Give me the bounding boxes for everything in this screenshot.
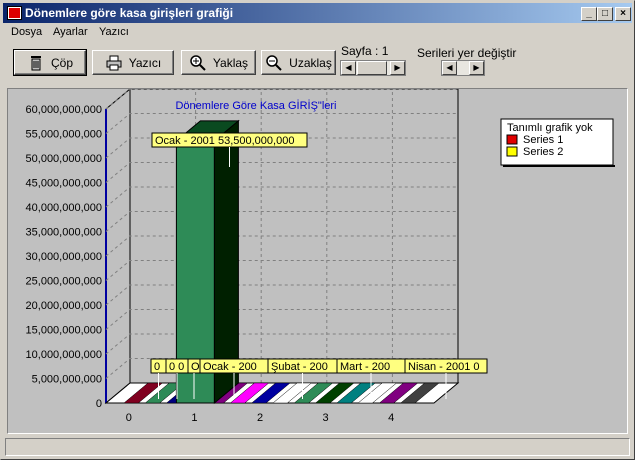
data-label: O	[191, 361, 200, 373]
swap-next-arrow-icon[interactable]: ▶	[469, 61, 484, 75]
y-tick-label: 25,000,000,000	[26, 276, 102, 288]
legend-entry: Series 2	[523, 146, 563, 158]
menu-ayarlar[interactable]: Ayarlar	[53, 26, 88, 38]
data-label: Mart - 200	[340, 361, 390, 373]
close-button[interactable]: ×	[615, 7, 631, 21]
y-tick-label: 60,000,000,000	[26, 104, 102, 116]
zoom-out-button[interactable]: Uzaklaş	[261, 50, 336, 75]
y-tick-label: 5,000,000,000	[32, 374, 102, 386]
swap-series-scrollbar[interactable]: ◀ ▶	[441, 60, 485, 76]
y-tick-label: 15,000,000,000	[26, 325, 102, 337]
print-button-label: Yazıcı	[128, 55, 162, 70]
y-tick-label: 45,000,000,000	[26, 178, 102, 190]
chart-left-wall	[105, 87, 131, 405]
zoom-out-label: Uzaklaş	[289, 55, 332, 70]
y-tick-label: 40,000,000,000	[26, 202, 102, 214]
trash-button-label: Çöp	[50, 55, 73, 70]
page-scroll-thumb[interactable]	[357, 61, 387, 75]
y-tick-label: 20,000,000,000	[26, 300, 102, 312]
x-tick-label: 4	[388, 412, 394, 424]
page-scrollbar[interactable]: ◀ ▶	[340, 60, 406, 76]
app-icon	[7, 6, 22, 20]
zoom-out-icon	[265, 54, 283, 71]
legend-swatch	[506, 146, 518, 157]
window-title: Dönemlere göre kasa girişleri grafiği	[25, 6, 234, 20]
legend-shadow	[503, 165, 615, 167]
data-label: 0 0	[169, 361, 184, 373]
app-window: Dönemlere göre kasa girişleri grafiği _ …	[0, 0, 635, 460]
legend-entry: Series 1	[523, 134, 563, 146]
data-label: Ocak - 200	[203, 361, 257, 373]
status-bar	[5, 438, 630, 456]
page-prev-arrow-icon[interactable]: ◀	[341, 61, 356, 75]
printer-icon	[105, 54, 123, 71]
x-tick-label: 0	[126, 412, 132, 424]
data-label: Nisan - 2001 0	[408, 361, 480, 373]
page-next-arrow-icon[interactable]: ▶	[390, 61, 405, 75]
chart-svg: 0 5,000,000,000 10,000,000,000 15,000,000,0…	[26, 87, 615, 424]
chart-panel: 0 5,000,000,000 10,000,000,000 15,000,000,0…	[7, 87, 628, 434]
legend-entry: Tanımlı grafik yok	[507, 122, 593, 134]
y-tick-label: 55,000,000,000	[26, 129, 102, 141]
trash-icon	[27, 54, 45, 71]
title-bar[interactable]: Dönemlere göre kasa girişleri grafiği _ …	[3, 3, 632, 23]
maximize-button[interactable]: □	[597, 7, 613, 21]
toolbar: Çöp Yazıcı Yaklaş Uzaklaş Sayfa : 1 ◀ ▶	[3, 42, 632, 84]
zoom-in-label: Yaklaş	[212, 55, 249, 70]
y-tick-label: 30,000,000,000	[26, 251, 102, 263]
data-label: 0	[154, 361, 160, 373]
x-tick-label: 1	[191, 412, 197, 424]
data-label: Ocak - 2001 53,500,000,000	[155, 135, 294, 147]
data-label: Şubat - 200	[271, 361, 328, 373]
page-label: Sayfa : 1	[341, 44, 389, 58]
trash-button[interactable]: Çöp	[13, 49, 87, 76]
swap-prev-arrow-icon[interactable]: ◀	[442, 61, 457, 75]
y-tick-label: 0	[96, 398, 102, 410]
minimize-button[interactable]: _	[581, 7, 597, 21]
legend-swatch	[506, 134, 518, 145]
x-tick-label: 3	[323, 412, 329, 424]
y-tick-label: 35,000,000,000	[26, 227, 102, 239]
zoom-in-icon	[189, 54, 207, 71]
x-tick-label: 2	[257, 412, 263, 424]
menu-yazici[interactable]: Yazıcı	[99, 26, 129, 38]
print-button[interactable]: Yazıcı	[92, 50, 174, 75]
y-tick-label: 50,000,000,000	[26, 153, 102, 165]
chart-title: Dönemlere Göre Kasa GİRİŞ"leri	[175, 99, 336, 112]
zoom-in-button[interactable]: Yaklaş	[181, 50, 256, 75]
menu-dosya[interactable]: Dosya	[11, 26, 42, 38]
y-tick-label: 10,000,000,000	[26, 349, 102, 361]
swap-series-label: Serileri yer değiştir	[417, 46, 517, 60]
menu-bar: Dosya Ayarlar Yazıcı	[3, 24, 632, 42]
